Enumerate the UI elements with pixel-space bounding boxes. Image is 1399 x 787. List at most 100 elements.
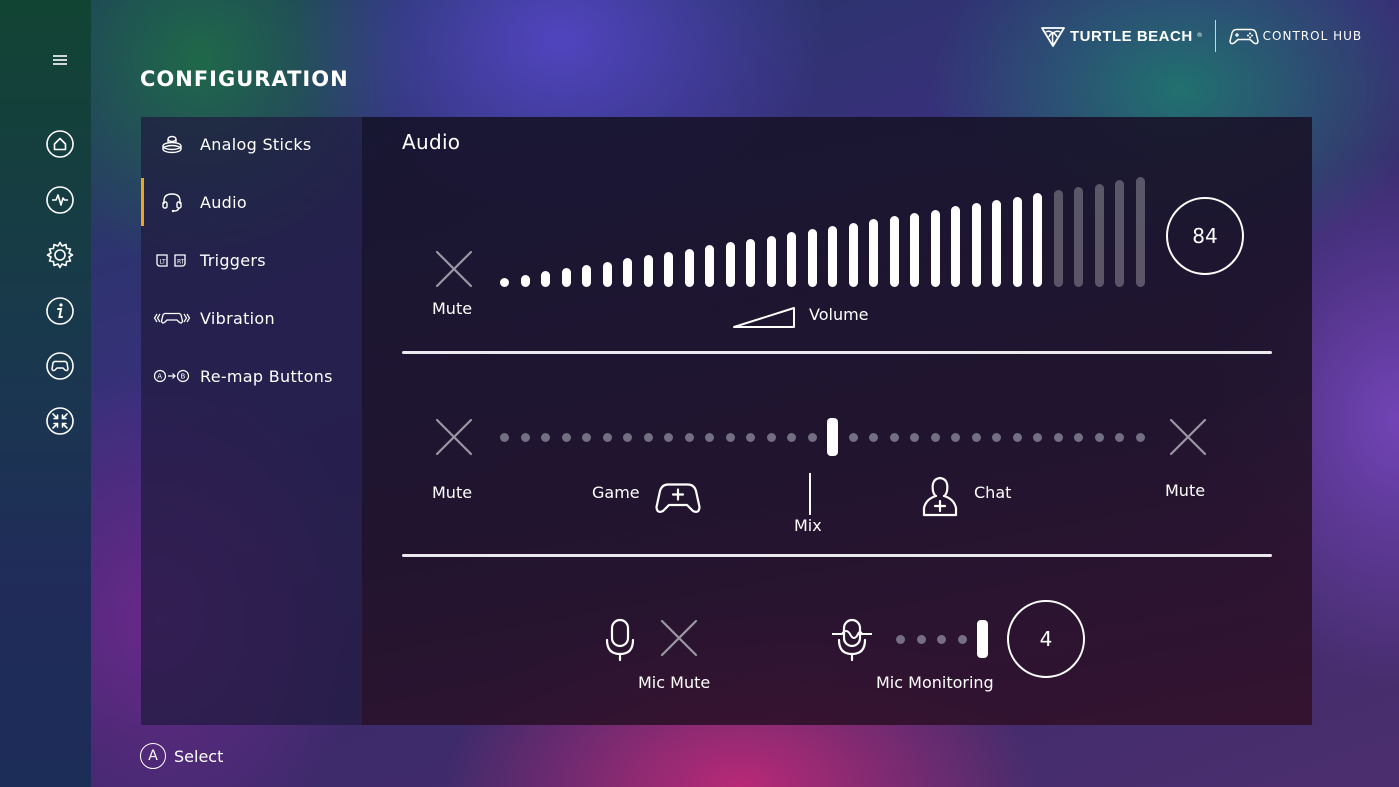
- mix-slider-dot: [1136, 433, 1145, 442]
- mic-mute-label: Mic Mute: [638, 673, 711, 692]
- home-icon[interactable]: [45, 129, 75, 159]
- chat-user-icon: [922, 476, 958, 517]
- mix-slider-dot: [766, 433, 776, 442]
- close-x-icon: [435, 418, 473, 456]
- mic-monitoring-icon: [832, 618, 872, 662]
- volume-step-bar: [664, 251, 674, 287]
- mic-monitoring-dot: [896, 635, 905, 644]
- vibration-icon: [153, 306, 191, 330]
- nav-item-audio[interactable]: Audio: [141, 178, 362, 226]
- volume-step-bar: [787, 232, 797, 287]
- volume-mute-button[interactable]: [434, 249, 474, 289]
- volume-step-bar: [1033, 193, 1043, 287]
- mix-slider-dot: [1033, 433, 1043, 442]
- collapse-icon[interactable]: [45, 406, 75, 436]
- mix-slider-dot: [602, 433, 612, 442]
- mix-slider-dot: [951, 433, 961, 442]
- mix-slider-dot: [992, 433, 1002, 442]
- volume-step-bar: [1074, 186, 1084, 287]
- mic-monitoring-slider[interactable]: [896, 619, 991, 659]
- game-controller-icon: [655, 483, 701, 513]
- mix-slider-dot: [520, 433, 530, 442]
- section-title: Audio: [402, 130, 461, 154]
- mix-slider-dot: [1115, 433, 1125, 442]
- mix-slider-dot: [807, 433, 817, 442]
- activity-icon[interactable]: [45, 185, 75, 215]
- analog-stick-icon: [153, 132, 191, 156]
- volume-step-bar: [1053, 190, 1063, 287]
- mix-slider-dot: [889, 433, 899, 442]
- game-label: Game: [592, 483, 640, 502]
- config-nav: Analog Sticks Audio LT RT Triggers Vibrat…: [141, 117, 362, 725]
- mix-slider-thumb[interactable]: [827, 418, 839, 456]
- select-label: Select: [174, 746, 224, 766]
- hamburger-menu-icon[interactable]: [50, 52, 70, 66]
- mix-slider-dot: [1094, 433, 1104, 442]
- nav-item-triggers[interactable]: LT RT Triggers: [141, 236, 362, 284]
- volume-step-bar: [1115, 180, 1125, 287]
- volume-step-bar: [971, 203, 981, 287]
- volume-label: Volume: [809, 305, 869, 324]
- mix-slider-dot: [848, 433, 858, 442]
- mic-mute-button[interactable]: [659, 618, 699, 658]
- select-hint: A Select: [140, 743, 223, 769]
- mix-slider-dot: [561, 433, 571, 442]
- mix-slider-dot: [500, 433, 509, 442]
- volume-step-bar: [869, 219, 879, 287]
- chat-mute-button[interactable]: [1168, 417, 1208, 457]
- remap-icon: AB: [153, 364, 191, 388]
- volume-step-bar: [500, 278, 509, 287]
- nav-item-remap-buttons[interactable]: AB Re-map Buttons: [141, 352, 362, 400]
- mix-slider-dot: [664, 433, 674, 442]
- hub-name: CONTROL HUB: [1262, 29, 1363, 43]
- volume-step-bar: [684, 248, 694, 287]
- section-divider: [402, 554, 1272, 557]
- info-icon[interactable]: [45, 296, 75, 326]
- chat-label: Chat: [974, 483, 1012, 502]
- mix-slider[interactable]: [500, 417, 1145, 457]
- headset-icon: [153, 190, 191, 214]
- gamepad-logo-icon: [1228, 28, 1259, 45]
- volume-step-bar: [746, 238, 756, 287]
- volume-step-bar: [910, 212, 920, 287]
- mix-slider-dot: [1012, 433, 1022, 442]
- svg-text:LT: LT: [160, 259, 167, 266]
- page-title: CONFIGURATION: [140, 67, 349, 91]
- mic-monitoring-dot: [937, 635, 946, 644]
- volume-step-bar: [807, 229, 817, 287]
- volume-step-bar: [582, 264, 592, 287]
- volume-step-bar: [1136, 177, 1145, 287]
- nav-label: Analog Sticks: [200, 134, 312, 154]
- volume-step-bar: [725, 242, 735, 287]
- nav-label: Audio: [200, 192, 247, 212]
- svg-text:B: B: [181, 373, 186, 381]
- mix-slider-dot: [541, 433, 551, 442]
- volume-step-bar: [602, 261, 612, 287]
- volume-mute-label: Mute: [432, 299, 473, 318]
- game-mute-button[interactable]: [434, 417, 474, 457]
- mic-monitoring-value: 4: [1039, 627, 1053, 651]
- gear-icon[interactable]: [45, 240, 75, 270]
- volume-step-bar: [889, 216, 899, 287]
- brand-divider: [1214, 20, 1216, 52]
- close-x-icon: [435, 250, 473, 288]
- volume-step-bar: [643, 255, 653, 287]
- palm-tree-icon: [1041, 27, 1065, 47]
- mix-slider-dot: [705, 433, 715, 442]
- game-mute-label: Mute: [432, 483, 473, 502]
- mix-slider-dot: [725, 433, 735, 442]
- nav-item-analog-sticks[interactable]: Analog Sticks: [141, 120, 362, 168]
- mix-slider-dot: [869, 433, 879, 442]
- volume-step-bar: [623, 258, 633, 287]
- volume-step-bar: [561, 268, 571, 287]
- volume-step-bar: [951, 206, 961, 287]
- volume-slider[interactable]: [500, 177, 1145, 287]
- controller-icon[interactable]: [45, 351, 75, 381]
- mic-monitoring-label: Mic Monitoring: [876, 673, 994, 692]
- nav-label: Triggers: [200, 250, 266, 270]
- volume-step-bar: [766, 235, 776, 287]
- volume-step-bar: [705, 245, 715, 287]
- mic-monitoring-thumb[interactable]: [977, 620, 988, 658]
- nav-item-vibration[interactable]: Vibration: [141, 294, 362, 342]
- section-divider: [402, 351, 1272, 354]
